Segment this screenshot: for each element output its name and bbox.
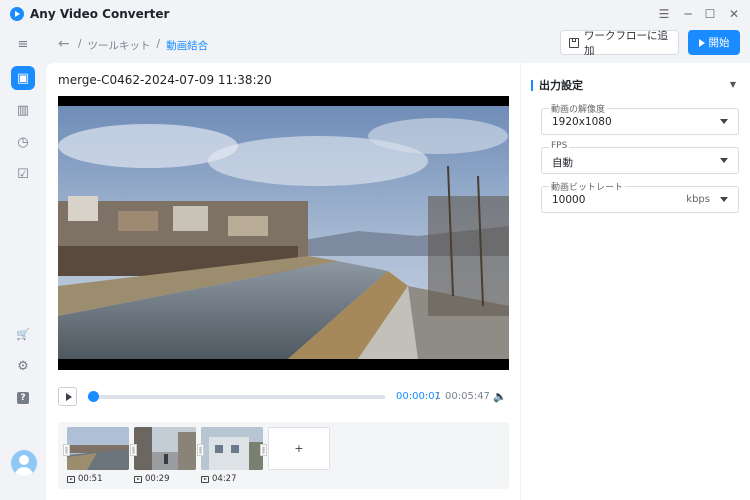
save-icon [569, 37, 579, 48]
avatar[interactable] [11, 450, 37, 476]
output-file-title: merge-C0462-2024-07-09 11:38:20 [58, 73, 272, 87]
clip-1-duration: 00:51 [67, 474, 103, 484]
resolution-select[interactable]: 動画の解像度 1920x1080 [541, 102, 739, 135]
grid-icon: ▥ [16, 102, 30, 118]
resolution-value: 1920x1080 [552, 116, 612, 128]
sidebar-item-history[interactable]: ◷ [11, 130, 35, 154]
clip-thumbnail-2[interactable] [134, 427, 196, 470]
clip-2-trim-handle[interactable]: ‖ [130, 444, 137, 456]
chevron-down-icon [720, 119, 728, 124]
app-logo-icon [10, 7, 24, 21]
minimize-icon[interactable]: ─ [680, 6, 696, 22]
fps-label: FPS [549, 141, 570, 151]
sidebar: ≡ ▣ ▥ ◷ ☑ 🛒 ⚙ ? [0, 28, 46, 500]
start-label: 開始 [708, 37, 730, 49]
output-settings-header[interactable]: 出力設定 [531, 78, 583, 92]
sidebar-item-help[interactable]: ? [11, 386, 35, 410]
sidebar-item-tasks[interactable]: ☑ [11, 162, 35, 186]
breadcrumb: / ツールキット / 動画結合 [78, 38, 209, 53]
clip-strip: ‖ ‖ ‖ ‖ 00:51 00:29 04:27 + [58, 422, 509, 489]
sidebar-item-library[interactable]: ▥ [11, 98, 35, 122]
breadcrumb-current: 動画結合 [166, 40, 209, 52]
chevron-down-icon [720, 197, 728, 202]
add-clip-button[interactable]: + [268, 427, 330, 470]
video-preview[interactable] [58, 96, 509, 370]
breadcrumb-toolkit[interactable]: ツールキット [88, 38, 151, 53]
cart-icon: 🛒 [16, 327, 30, 341]
app-title: Any Video Converter [30, 7, 170, 21]
video-file-icon [201, 475, 209, 483]
video-frame-image [58, 106, 509, 359]
output-settings-title: 出力設定 [539, 79, 583, 92]
clip-3-end-trim-handle[interactable]: ‖ [260, 444, 267, 456]
start-button[interactable]: 開始 [688, 30, 740, 55]
bitrate-select[interactable]: 動画ビットレート 10000 kbps [541, 180, 739, 213]
video-file-icon [134, 475, 142, 483]
current-time: 00:00:01 [396, 391, 441, 402]
window-menu-icon[interactable]: ☰ [656, 6, 672, 22]
bitrate-unit: kbps [686, 194, 710, 205]
play-button[interactable] [58, 387, 77, 406]
time-separator: / [436, 391, 440, 402]
toolbox-icon: ▣ [16, 70, 30, 86]
sidebar-menu-icon[interactable]: ≡ [11, 32, 35, 56]
play-outline-icon [698, 38, 705, 47]
chevron-down-icon [720, 158, 728, 163]
seek-bar[interactable] [87, 391, 385, 402]
sidebar-item-settings[interactable]: ⚙ [11, 354, 35, 378]
maximize-icon[interactable]: ☐ [702, 6, 718, 22]
volume-icon[interactable]: 🔈 [493, 390, 507, 403]
clip-3-trim-handle[interactable]: ‖ [197, 444, 204, 456]
clip-2-duration: 00:29 [134, 474, 170, 484]
add-to-workflow-label: ワークフローに追加 [583, 29, 668, 57]
close-icon[interactable]: ✕ [726, 6, 742, 22]
clip-3-duration: 04:27 [201, 474, 237, 484]
video-file-icon [67, 475, 75, 483]
clip-thumbnail-1[interactable] [67, 427, 129, 470]
add-to-workflow-button[interactable]: ワークフローに追加 [560, 29, 679, 57]
merge-panel: merge-C0462-2024-07-09 11:38:20 00:00:01… [46, 63, 520, 500]
sidebar-item-cart[interactable]: 🛒 [11, 322, 35, 346]
fps-select[interactable]: FPS 自動 [541, 141, 739, 174]
seek-bar-handle[interactable] [87, 391, 99, 402]
checklist-icon: ☑ [17, 166, 29, 182]
help-icon: ? [17, 392, 29, 404]
collapse-icon[interactable]: ▼ [730, 80, 736, 89]
clip-thumbnail-3[interactable] [201, 427, 263, 470]
output-settings-panel: 出力設定 ▼ 動画の解像度 1920x1080 FPS 自動 動画ビットレート … [521, 63, 750, 500]
clip-1-trim-handle[interactable]: ‖ [63, 444, 70, 456]
back-arrow-icon[interactable]: ← [58, 36, 70, 52]
total-time: 00:05:47 [445, 391, 490, 402]
clock-icon: ◷ [17, 134, 29, 150]
gear-icon: ⚙ [17, 358, 29, 374]
bitrate-value: 10000 [552, 194, 586, 206]
resolution-label: 動画の解像度 [549, 102, 608, 115]
title-bar: Any Video Converter ☰ ─ ☐ ✕ [0, 0, 750, 28]
bitrate-label: 動画ビットレート [549, 180, 626, 193]
sidebar-item-toolbox[interactable]: ▣ [11, 66, 35, 90]
fps-value: 自動 [552, 157, 573, 169]
